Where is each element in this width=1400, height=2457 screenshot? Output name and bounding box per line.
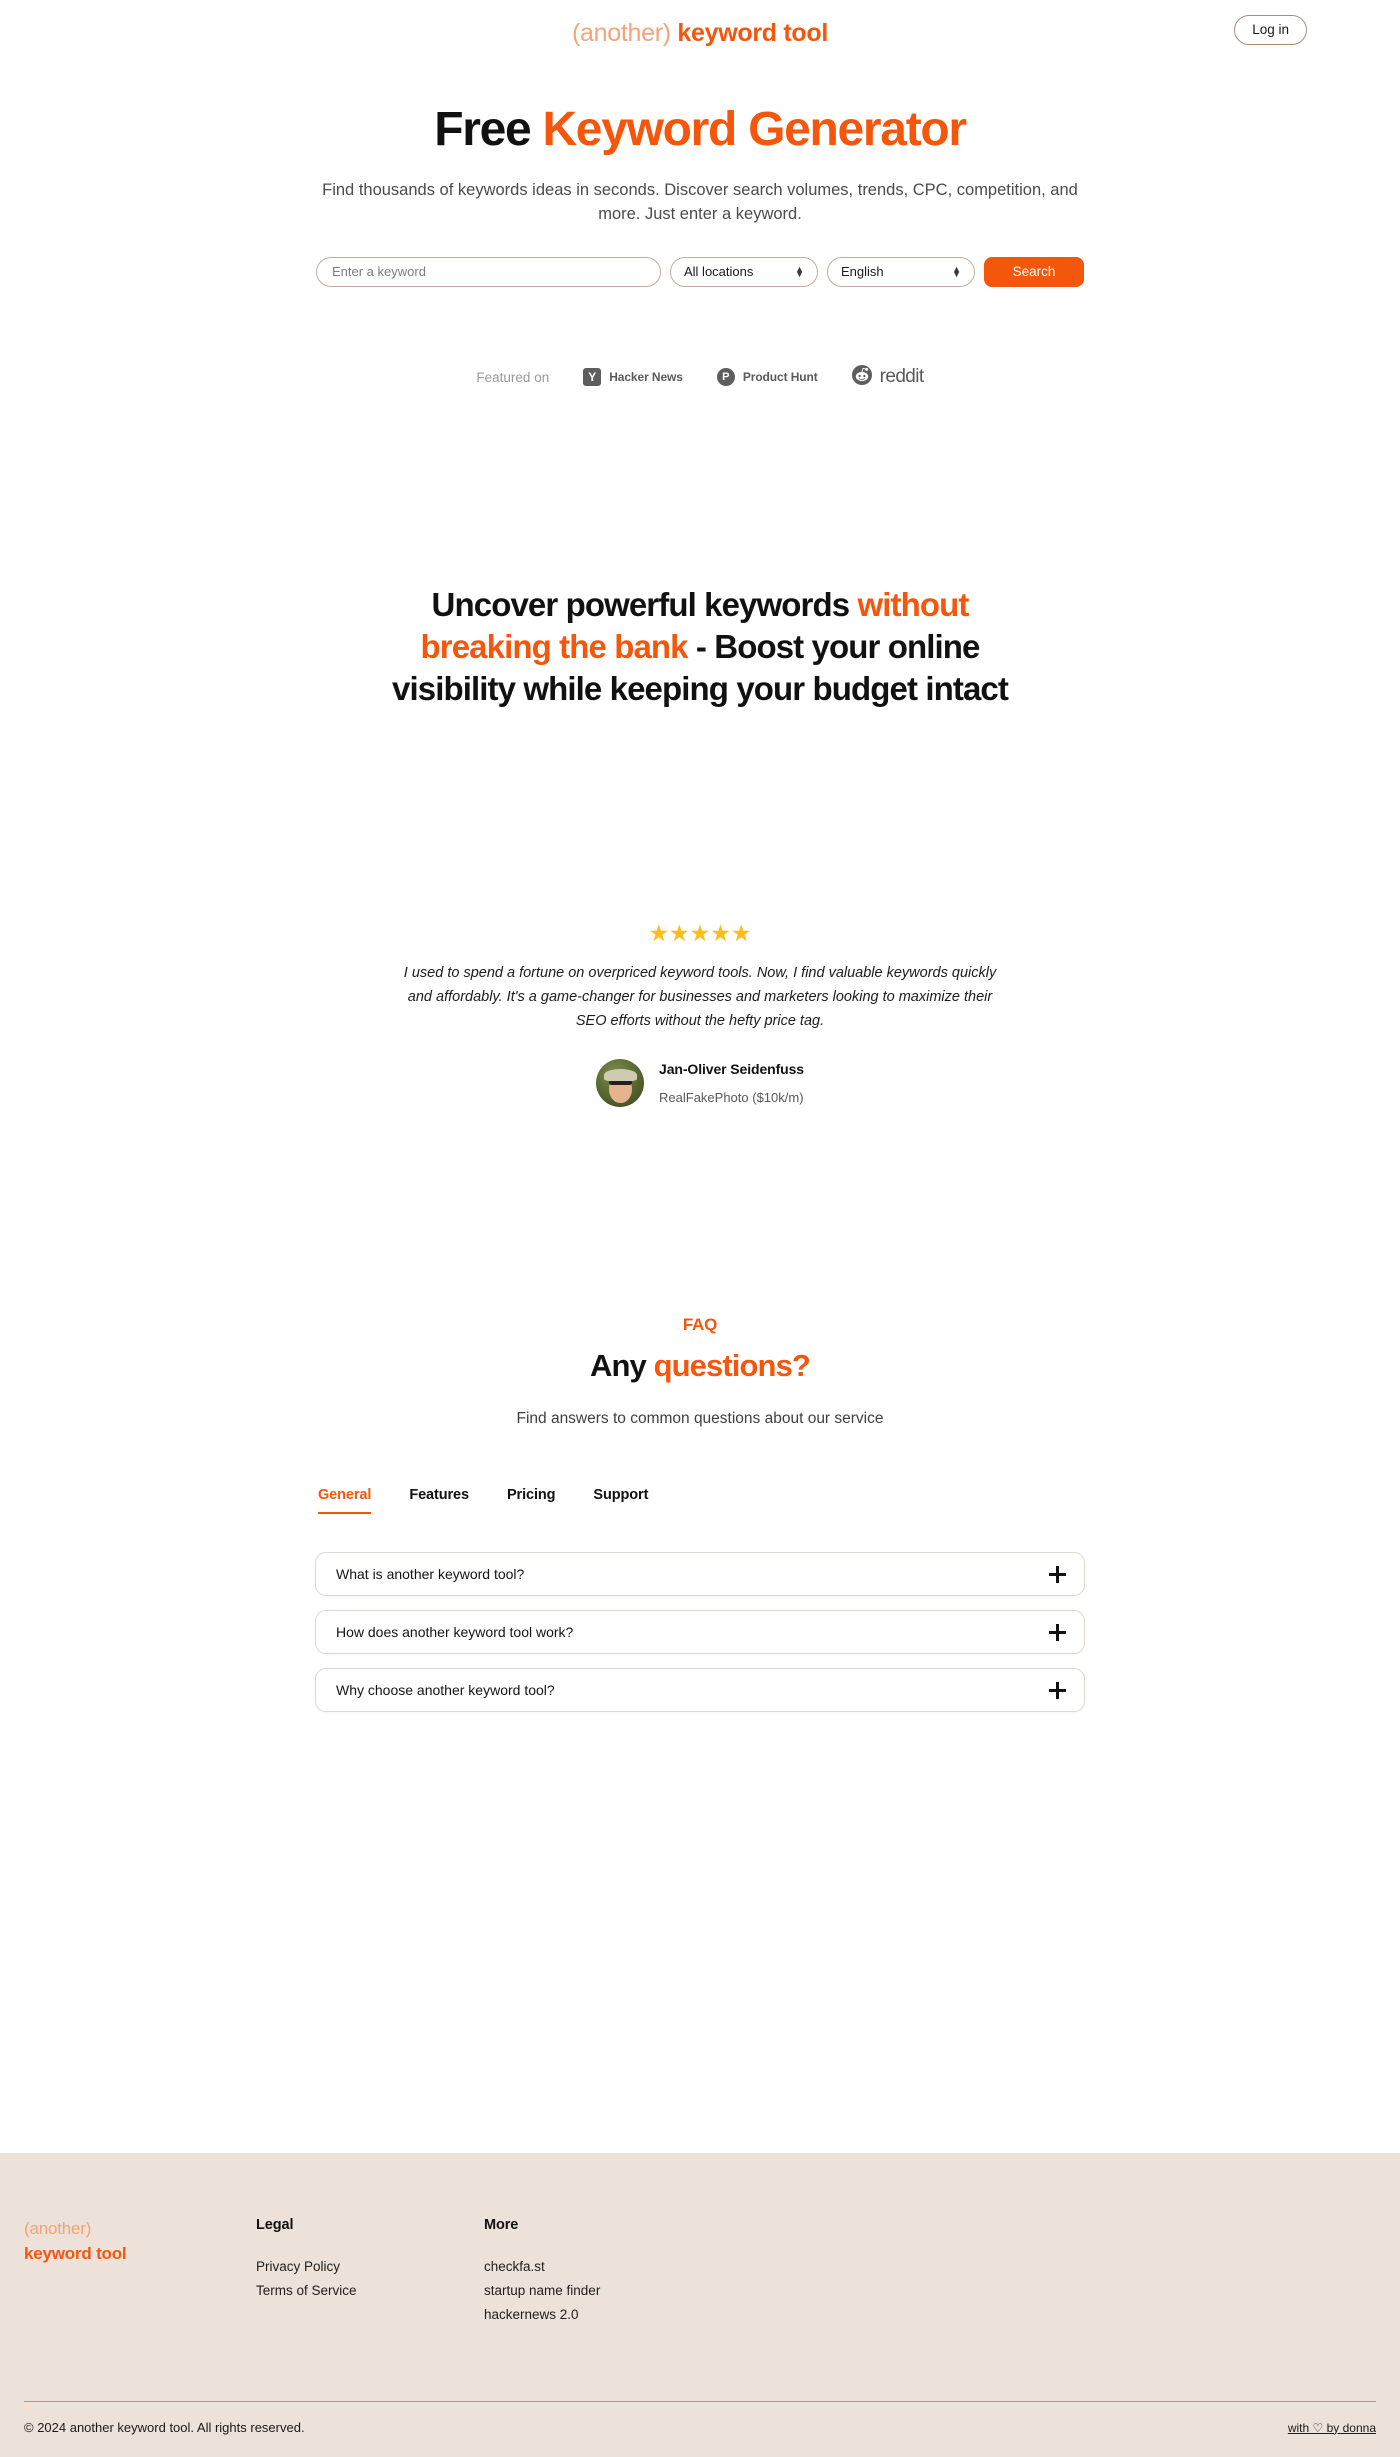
faq-section: FAQ Any questions? Find answers to commo… <box>0 1315 1400 1713</box>
brand-name: keyword tool <box>677 18 828 47</box>
featured-item-product-hunt[interactable]: P Product Hunt <box>716 368 818 387</box>
featured-item-reddit[interactable]: reddit <box>851 364 925 390</box>
copyright-text: © 2024 another keyword tool. All rights … <box>24 2420 305 2435</box>
hero-section: Free Keyword Generator Find thousands of… <box>0 66 1400 287</box>
statement-part-1: Uncover powerful keywords <box>431 585 858 623</box>
faq-question: How does another keyword tool work? <box>336 1624 574 1641</box>
footer-brand-name: keyword tool <box>24 2243 127 2263</box>
plus-icon[interactable] <box>1049 1681 1066 1699</box>
plus-icon[interactable] <box>1049 1565 1066 1583</box>
search-button[interactable]: Search <box>984 256 1084 287</box>
avatar <box>596 1059 645 1108</box>
footer-link-privacy-policy[interactable]: Privacy Policy <box>256 2259 484 2274</box>
search-bar: All locations ▲▼ English ▲▼ Search <box>0 256 1400 287</box>
footer-link-terms-of-service[interactable]: Terms of Service <box>256 2283 484 2298</box>
footer-bottom-bar: © 2024 another keyword tool. All rights … <box>0 2402 1400 2457</box>
hero-title-accent: Keyword Generator <box>542 103 967 156</box>
tab-pricing[interactable]: Pricing <box>507 1487 556 1514</box>
product-hunt-icon: P <box>716 368 735 387</box>
faq-item[interactable]: Why choose another keyword tool? <box>315 1668 1085 1713</box>
faq-item[interactable]: How does another keyword tool work? <box>315 1610 1085 1655</box>
faq-item[interactable]: What is another keyword tool? <box>315 1552 1085 1597</box>
footer-link-startup-name-finder[interactable]: startup name finder <box>484 2283 712 2298</box>
brand-logo[interactable]: (another) keyword tool <box>572 19 828 48</box>
faq-tabs: General Features Pricing Support <box>315 1487 1085 1515</box>
site-footer: (another) keyword tool Legal Privacy Pol… <box>0 2153 1400 2457</box>
footer-column-legal: Legal Privacy Policy Terms of Service <box>256 2217 484 2331</box>
reddit-icon <box>851 364 872 390</box>
footer-link-checkfa[interactable]: checkfa.st <box>484 2259 712 2274</box>
featured-item-label: Product Hunt <box>742 370 818 385</box>
footer-link-hackernews-2[interactable]: hackernews 2.0 <box>484 2307 712 2322</box>
tab-support[interactable]: Support <box>593 1487 648 1514</box>
testimonial-section: ★★★★★ I used to spend a fortune on overp… <box>0 920 1400 1108</box>
rating-stars: ★★★★★ <box>648 920 752 947</box>
language-select-value: English <box>841 264 884 280</box>
brand-prefix: (another) <box>572 18 671 47</box>
featured-item-hacker-news[interactable]: Y Hacker News <box>583 368 683 387</box>
login-button[interactable]: Log in <box>1234 15 1307 45</box>
chevron-updown-icon: ▲ ▼ <box>795 263 804 279</box>
footer-brand-prefix: (another) <box>24 2219 92 2238</box>
faq-title: Any questions? <box>0 1348 1400 1384</box>
faq-title-accent: questions? <box>653 1348 811 1384</box>
faq-question: Why choose another keyword tool? <box>336 1682 555 1699</box>
faq-accordion: What is another keyword tool? How does a… <box>315 1552 1085 1713</box>
hero-title-plain: Free <box>434 103 543 156</box>
featured-on-section: Featured on Y Hacker News P Product Hunt <box>0 364 1400 390</box>
tab-features[interactable]: Features <box>409 1487 469 1514</box>
footer-brand[interactable]: (another) keyword tool <box>24 2217 256 2331</box>
value-statement: Uncover powerful keywords without breaki… <box>380 584 1020 711</box>
hacker-news-icon: Y <box>583 368 602 387</box>
footer-column-more: More checkfa.st startup name finder hack… <box>484 2217 712 2331</box>
faq-subtitle: Find answers to common questions about o… <box>516 1410 884 1428</box>
footer-column-title: Legal <box>256 2217 294 2233</box>
chevron-updown-icon: ▲ ▼ <box>952 263 961 279</box>
testimonial-author-meta: RealFakePhoto ($10k/m) <box>659 1090 804 1106</box>
featured-on-label: Featured on <box>476 369 550 385</box>
testimonial-author: Jan-Oliver Seidenfuss RealFakePhoto ($10… <box>0 1059 1400 1108</box>
site-header: (another) keyword tool Log in <box>0 0 1400 66</box>
hero-subtitle: Find thousands of keywords ideas in seco… <box>322 180 1078 223</box>
featured-item-label: Hacker News <box>609 370 683 385</box>
page-title: Free Keyword Generator <box>0 103 1400 157</box>
search-input[interactable] <box>316 256 661 287</box>
faq-question: What is another keyword tool? <box>336 1566 525 1583</box>
testimonial-quote: I used to spend a fortune on overpriced … <box>403 965 997 1029</box>
featured-item-label: reddit <box>879 366 925 388</box>
faq-kicker: FAQ <box>682 1315 718 1335</box>
plus-icon[interactable] <box>1049 1623 1066 1641</box>
faq-title-plain: Any <box>590 1348 654 1384</box>
footer-column-title: More <box>484 2217 519 2233</box>
tab-general[interactable]: General <box>318 1487 371 1515</box>
credit-link[interactable]: with ♡ by donna <box>1288 2421 1376 2435</box>
location-select[interactable]: All locations ▲ ▼ <box>670 256 818 287</box>
language-select[interactable]: English ▲ ▼ <box>827 256 975 287</box>
landing-page: (another) keyword tool Log in Free Keywo… <box>0 0 1400 2457</box>
testimonial-author-name: Jan-Oliver Seidenfuss <box>659 1061 804 1078</box>
location-select-value: All locations <box>684 264 754 280</box>
